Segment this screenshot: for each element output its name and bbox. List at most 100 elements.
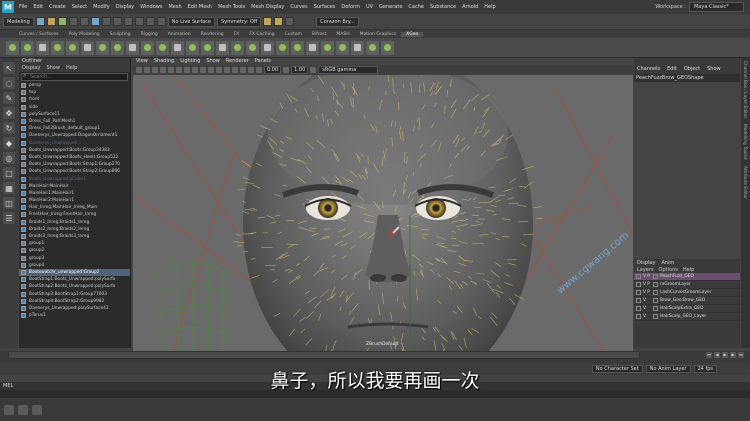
menu-item-mesh-tools[interactable]: Mesh Tools xyxy=(215,4,248,10)
image-plane-icon[interactable] xyxy=(152,67,158,73)
outliner-row[interactable]: pTorus1 xyxy=(19,312,130,319)
viewport-menu-view[interactable]: View xyxy=(136,58,148,65)
menu-item-surfaces[interactable]: Surfaces xyxy=(311,4,339,10)
layer-row[interactable]: V P LashCurvesGroomLayer xyxy=(634,289,740,297)
xgen-shelf-icon[interactable] xyxy=(156,40,169,55)
shelf-tab-curves-surfaces[interactable]: Curves / Surfaces xyxy=(14,32,64,37)
layer-row[interactable]: V P PeachFuzz_GEO xyxy=(634,273,740,281)
start-icon[interactable] xyxy=(4,404,14,415)
visibility-toggle-icon[interactable] xyxy=(636,274,641,279)
xgen-shelf-icon[interactable] xyxy=(36,40,49,55)
visibility-toggle-icon[interactable] xyxy=(636,290,641,295)
outliner-row[interactable]: Daenerys_Unwrapped:DiagonOrnament1 xyxy=(19,132,130,139)
time-slider-track[interactable] xyxy=(8,351,640,359)
redo-icon[interactable] xyxy=(79,17,89,26)
menu-item-select[interactable]: Select xyxy=(69,4,90,10)
xgen-shelf-icon[interactable] xyxy=(126,40,139,55)
layer-flags[interactable]: V xyxy=(643,314,651,319)
channel-box-menu-object[interactable]: Object xyxy=(684,66,700,72)
isolate-select-icon[interactable] xyxy=(232,67,238,73)
workspace-dropdown[interactable]: Maya Classic* xyxy=(689,2,744,12)
single-view-icon[interactable]: ▢ xyxy=(3,167,15,179)
scale-tool-icon[interactable]: ◆ xyxy=(3,137,15,149)
layer-tab-display[interactable]: Display xyxy=(637,260,655,266)
outliner-row[interactable]: MainHair:MainHair xyxy=(19,183,130,190)
menu-item-display[interactable]: Display xyxy=(113,4,137,10)
outliner-row[interactable]: group3 xyxy=(19,255,130,262)
shelf-tab-rendering[interactable]: Rendering xyxy=(196,32,229,37)
3d-viewport[interactable]: ZBrushDefault xyxy=(133,75,633,351)
menu-item-file[interactable]: File xyxy=(16,4,30,10)
outliner-row[interactable]: FrontHair_Inreg:FrontHair_Inreg xyxy=(19,211,130,218)
film-gate-icon[interactable] xyxy=(168,67,174,73)
channel-box-menu-edit[interactable]: Edit xyxy=(667,66,677,72)
outliner-row[interactable]: Hair_Inreg:MainHair_Inreg_Main xyxy=(19,204,130,211)
layer-tab-anim[interactable]: Anim xyxy=(661,260,674,266)
outliner-row[interactable]: Boots_Unwrapped:pCube1 xyxy=(19,175,130,182)
xgen-shelf-icon[interactable] xyxy=(216,40,229,55)
shelf-tab-xgen[interactable]: XGen xyxy=(401,31,424,37)
taskbar-app-icon[interactable] xyxy=(18,404,28,415)
outliner-row[interactable]: Bootswatchr_unwrapped:Group2 xyxy=(19,268,130,277)
bookmark-icon[interactable] xyxy=(144,67,150,73)
textured-icon[interactable] xyxy=(200,67,206,73)
user-account-dropdown[interactable]: Corazon Bry... xyxy=(316,16,359,27)
step-forward-icon[interactable]: ▶ xyxy=(730,352,736,358)
menu-item-generate[interactable]: Generate xyxy=(376,4,405,10)
shadows-icon[interactable] xyxy=(216,67,222,73)
visibility-toggle-icon[interactable] xyxy=(636,314,641,319)
time-slider[interactable]: ⏮ ◀ ▶ ▶ ⏭ xyxy=(0,351,750,363)
outliner-row[interactable]: BootStrap4:BootStrap2:Group9982 xyxy=(19,298,130,305)
symmetry-dropdown[interactable]: Symmetry: Off xyxy=(217,16,262,27)
ipr-render-icon[interactable] xyxy=(274,17,284,26)
outliner-row[interactable]: polySurface11 xyxy=(19,111,130,118)
move-tool-icon[interactable]: ✥ xyxy=(3,107,15,119)
taskbar-app-icon[interactable] xyxy=(32,404,42,415)
undo-icon[interactable] xyxy=(68,17,78,26)
go-to-end-icon[interactable]: ⏭ xyxy=(738,352,744,358)
outliner-menu-display[interactable]: Display xyxy=(22,65,40,72)
outliner-row[interactable]: BootStrap1:Boots_Unwrapped:polySurfa xyxy=(19,276,130,283)
xgen-shelf-icon[interactable] xyxy=(81,40,94,55)
smooth-shade-icon[interactable] xyxy=(192,67,198,73)
xgen-shelf-icon[interactable] xyxy=(261,40,274,55)
paint-select-icon[interactable]: ✎ xyxy=(3,92,15,104)
xgen-shelf-icon[interactable] xyxy=(306,40,319,55)
menu-item-uv[interactable]: UV xyxy=(363,4,376,10)
outliner-row[interactable]: group4 xyxy=(19,262,130,269)
camera-attributes-icon[interactable] xyxy=(136,67,142,73)
xray-joints-icon[interactable] xyxy=(248,67,254,73)
shelf-tab-fx[interactable]: FX xyxy=(229,32,245,37)
xgen-shelf-icon[interactable] xyxy=(246,40,259,55)
save-scene-icon[interactable] xyxy=(57,17,67,26)
side-tab[interactable]: Modelling Toolkit xyxy=(742,124,747,160)
layer-row[interactable]: V HairScalpExtra_GEO xyxy=(634,305,740,313)
color-management-icon[interactable] xyxy=(310,67,317,73)
xgen-shelf-icon[interactable] xyxy=(351,40,364,55)
menu-item-help[interactable]: Help xyxy=(481,4,498,10)
xgen-shelf-icon[interactable] xyxy=(186,40,199,55)
outliner-row[interactable]: front xyxy=(19,96,130,103)
side-tab[interactable]: Channel Box / Layer Editor xyxy=(742,61,747,118)
open-scene-icon[interactable] xyxy=(46,17,56,26)
outliner-row[interactable]: Boots_Unwrapped:Boots:Group34383 xyxy=(19,147,130,154)
play-icon[interactable]: ▶ xyxy=(722,352,728,358)
select-tool-icon[interactable]: ↖ xyxy=(3,62,15,74)
viewport-menu-shading[interactable]: Shading xyxy=(154,58,174,65)
render-icon[interactable] xyxy=(263,17,273,26)
menu-item-windows[interactable]: Windows xyxy=(137,4,165,10)
menu-item-cache[interactable]: Cache xyxy=(405,4,427,10)
side-tab[interactable]: Attribute Editor xyxy=(742,166,747,199)
resolution-gate-icon[interactable] xyxy=(176,67,182,73)
outliner-row[interactable]: persp xyxy=(19,82,130,89)
shelf-tab-sculpting[interactable]: Sculpting xyxy=(105,32,136,37)
outliner-row[interactable]: Boots_Unwrapped:Boots:Strap1:Group270 xyxy=(19,161,130,168)
layer-menu-help[interactable]: Help xyxy=(683,267,694,273)
outliner-search-input[interactable]: Search... xyxy=(21,73,128,81)
xgen-shelf-icon[interactable] xyxy=(111,40,124,55)
viewport-menu-show[interactable]: Show xyxy=(206,58,220,65)
outliner-row[interactable]: top xyxy=(19,89,130,96)
live-surface-field[interactable]: No Live Surface xyxy=(167,16,215,27)
shelf-tab-custom[interactable]: Custom xyxy=(280,32,307,37)
outliner-row[interactable]: side xyxy=(19,104,130,111)
